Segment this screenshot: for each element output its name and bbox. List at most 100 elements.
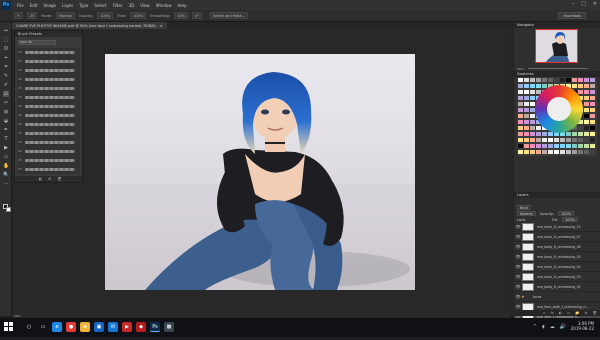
color-swatch[interactable] (548, 132, 553, 136)
mode-select[interactable]: Normal (56, 12, 75, 19)
menu-filter[interactable]: Filter (113, 3, 123, 8)
color-swatch[interactable] (542, 138, 547, 142)
color-swatch[interactable] (590, 90, 595, 94)
color-swatch[interactable] (518, 138, 523, 142)
color-swatch[interactable] (524, 150, 529, 154)
layer-row[interactable]: 👁 eve_body_6_undressing_02 (514, 282, 600, 292)
color-swatch[interactable] (518, 90, 523, 94)
taskbar-mail-icon[interactable]: ✉ (108, 322, 118, 332)
color-swatch[interactable] (590, 138, 595, 142)
color-swatch[interactable] (518, 108, 523, 112)
color-swatch[interactable] (536, 144, 541, 148)
opacity-field[interactable]: 100% (97, 12, 114, 19)
color-swatch[interactable] (584, 144, 589, 148)
tray-expand-icon[interactable]: ^ (533, 324, 537, 330)
color-swatch[interactable] (560, 138, 565, 142)
color-swatch[interactable] (530, 114, 535, 118)
flow-field[interactable]: 100% (130, 12, 147, 19)
color-swatch[interactable] (590, 144, 595, 148)
layer-row[interactable]: 👁 eve_body_6_undressing_04 (514, 262, 600, 272)
taskbar-photoshop-icon[interactable]: Ps (150, 322, 160, 332)
color-swatch[interactable] (590, 132, 595, 136)
volume-icon[interactable]: 🔊 (560, 324, 566, 330)
close-tab-icon[interactable]: × (160, 24, 163, 28)
color-swatch[interactable] (566, 78, 571, 82)
color-swatch[interactable] (518, 132, 523, 136)
document-tab[interactable]: CHARE EVE PHOTOS INGAME.psd @ 50% (eve f… (12, 22, 167, 29)
menu-edit[interactable]: Edit (30, 3, 38, 8)
layer-group-row[interactable]: 👁 ▸ faces (514, 292, 600, 302)
color-swatch[interactable] (524, 84, 529, 88)
new-layer-icon[interactable]: ⊕ (585, 311, 588, 315)
taskbar-app-dark-icon[interactable]: ▩ (164, 322, 174, 332)
color-swatch[interactable] (578, 126, 583, 130)
color-swatch[interactable] (524, 114, 529, 118)
select-and-mask-button[interactable]: Select and Mask... (210, 12, 249, 19)
color-swatch[interactable] (584, 102, 589, 106)
color-swatch[interactable] (548, 138, 553, 142)
hand-tool-icon[interactable]: ✋ (3, 163, 9, 169)
color-swatch[interactable] (518, 126, 523, 130)
navigator-thumbnail[interactable] (535, 29, 578, 63)
color-swatch[interactable] (554, 150, 559, 154)
taskbar-explorer-icon[interactable]: ▰ (80, 322, 90, 332)
color-swatch[interactable] (542, 78, 547, 82)
color-swatch[interactable] (590, 114, 595, 118)
color-swatch[interactable] (524, 90, 529, 94)
layer-row[interactable]: 👁 eve_body_6_undressing_05 (514, 252, 600, 262)
toggle-brush-panel-icon[interactable]: ◧ (39, 177, 42, 181)
cloud-icon[interactable]: ☁ (550, 324, 555, 330)
color-swatch[interactable] (524, 120, 529, 124)
color-swatch[interactable] (530, 78, 535, 82)
history-brush-tool-icon[interactable]: ◍ (3, 109, 9, 115)
eye-icon[interactable]: 👁 (514, 304, 522, 309)
eye-icon[interactable]: 👁 (514, 224, 522, 229)
color-swatch[interactable] (554, 144, 559, 148)
background-color-swatch[interactable] (6, 207, 11, 212)
color-swatch[interactable] (524, 126, 529, 130)
brush-tool-icon[interactable]: ⎌ (3, 91, 9, 97)
color-swatch[interactable] (536, 138, 541, 142)
color-swatch[interactable] (584, 108, 589, 112)
color-swatch[interactable] (572, 78, 577, 82)
taskbar-search-icon[interactable]: ○ (24, 322, 34, 332)
brush-tool-preset-picker[interactable]: ✎ (14, 12, 23, 19)
brush-preset[interactable]: 36 (17, 111, 80, 120)
color-swatch[interactable] (572, 150, 577, 154)
close-window-button[interactable]: ✕ (593, 1, 597, 7)
color-swatch[interactable] (518, 144, 523, 148)
delete-layer-icon[interactable]: 🗑 (593, 311, 597, 315)
color-swatch[interactable] (590, 84, 595, 88)
color-swatch[interactable] (542, 150, 547, 154)
color-swatch[interactable] (530, 120, 535, 124)
color-swatch[interactable] (566, 132, 571, 136)
clock[interactable]: 3:06 PM 2019-08-22 (571, 321, 594, 331)
menu-image[interactable]: Image (43, 3, 56, 8)
layer-row[interactable]: 👁 eve_body_6_undressing_03 (514, 272, 600, 282)
color-swatch[interactable] (524, 96, 529, 100)
color-swatch[interactable] (566, 138, 571, 142)
color-swatch[interactable] (524, 108, 529, 112)
color-swatch[interactable] (566, 150, 571, 154)
color-swatch[interactable] (548, 144, 553, 148)
brush-size-picker[interactable]: 25 (26, 12, 38, 19)
color-swatch[interactable] (578, 150, 583, 154)
color-swatch[interactable] (578, 90, 583, 94)
link-layers-icon[interactable]: ∞ (543, 311, 546, 315)
color-swatch[interactable] (530, 96, 535, 100)
navigator-title[interactable]: Navigator (514, 22, 600, 28)
layer-mask-icon[interactable]: ▭ (567, 311, 570, 315)
color-swatch[interactable] (572, 84, 577, 88)
color-swatch[interactable] (542, 144, 547, 148)
brush-preset[interactable]: 32 (17, 129, 80, 138)
taskbar-store-icon[interactable]: ▣ (94, 322, 104, 332)
color-swatch[interactable] (584, 132, 589, 136)
layer-opacity-field[interactable]: 100% (558, 211, 575, 216)
color-swatch[interactable] (518, 150, 523, 154)
color-swatch[interactable] (572, 144, 577, 148)
layer-row[interactable]: 👁 eve_body_6_undressing_07 (514, 232, 600, 242)
clone-stamp-tool-icon[interactable]: ✂ (3, 100, 9, 106)
menu-window[interactable]: Window (156, 3, 172, 8)
eye-icon[interactable]: 👁 (514, 284, 522, 289)
brush-preset[interactable]: 25 (17, 156, 80, 165)
